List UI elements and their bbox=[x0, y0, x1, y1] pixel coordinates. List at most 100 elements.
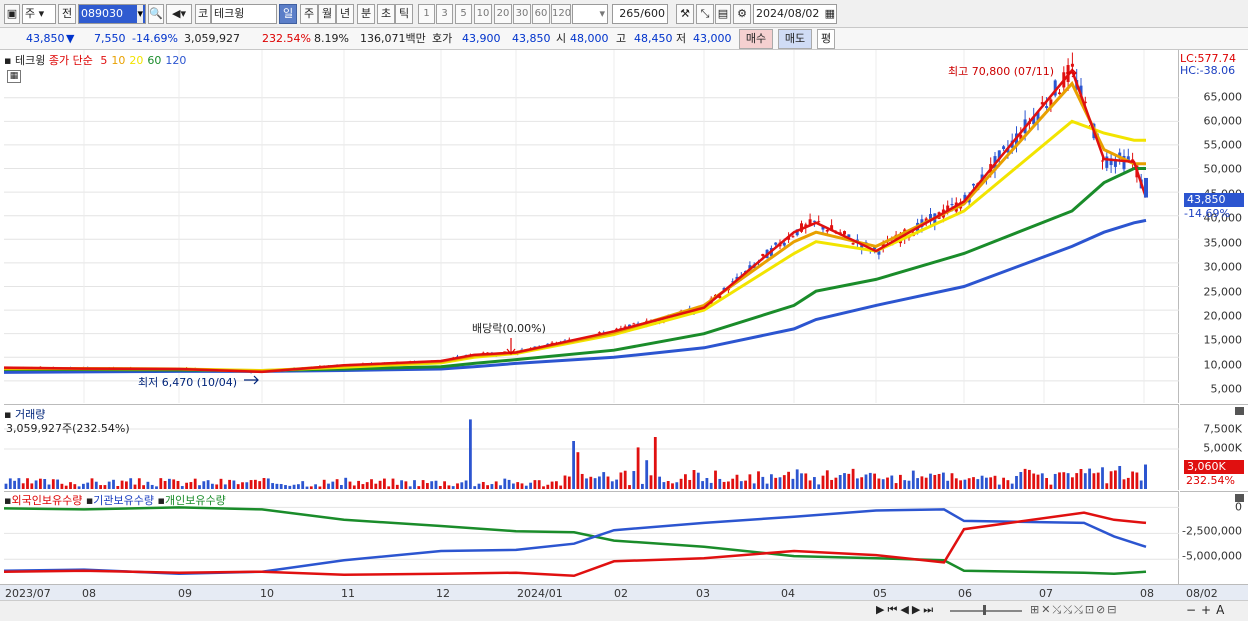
timeframe-button[interactable]: 초 bbox=[377, 4, 395, 24]
volume-bar bbox=[236, 484, 240, 489]
tools-icon[interactable]: ⚒ bbox=[676, 4, 694, 24]
date-input[interactable]: 2024/08/02 ▦ bbox=[753, 4, 837, 24]
chart-area[interactable]: ▪ 테크윙 종가 단순 5 10 20 60 120 ▦ 최고 70,800 (07/1… bbox=[0, 50, 1248, 621]
candle-body bbox=[972, 183, 975, 186]
prev-button[interactable]: 전 bbox=[58, 4, 76, 24]
window-icon[interactable]: ▣ bbox=[4, 4, 20, 24]
interval-button[interactable]: 1 bbox=[418, 4, 435, 24]
volume-bar bbox=[219, 478, 223, 489]
candle-body bbox=[761, 253, 765, 256]
volume-bar bbox=[851, 468, 855, 489]
interval-select[interactable]: ▾ bbox=[572, 4, 608, 24]
interval-button[interactable]: 60 bbox=[532, 4, 550, 24]
main-toolbar: ▣ 주 ▾ 전 089030 ▾ 🔍 ◀▾ 코 테크윙 일주월년분초틱 1 3 5 10… bbox=[0, 0, 1248, 28]
volume-bar bbox=[701, 481, 704, 489]
x-axis[interactable]: 2023/07 08 09 10 11 12 2024/01 02 03 04 05 06 07 08 0… bbox=[0, 584, 1248, 600]
volume-y-axis[interactable]: 7,500K 5,000K 3,060K 232.54% bbox=[1180, 404, 1248, 490]
volume-bar bbox=[976, 479, 980, 489]
holdings-panel[interactable]: ▪외국인보유수량 ▪기관보유수량 ▪개인보유수량 bbox=[4, 491, 1179, 584]
volume-bar bbox=[911, 470, 915, 489]
interval-button[interactable]: 30 bbox=[513, 4, 531, 24]
period-type-select[interactable]: 주 ▾ bbox=[22, 4, 56, 24]
volume-bar bbox=[813, 477, 816, 489]
volume-bar bbox=[778, 477, 782, 489]
volume-bar bbox=[937, 473, 941, 489]
volume-bar bbox=[1096, 472, 1100, 489]
timeframe-button[interactable]: 일 bbox=[279, 4, 297, 24]
close-icon[interactable] bbox=[1235, 407, 1244, 415]
drawing-tools[interactable]: ⊞✕⤯⤯⤯⊡⊘⊟ bbox=[1030, 603, 1118, 617]
price-panel[interactable]: ▪ 테크윙 종가 단순 5 10 20 60 120 ▦ 최고 70,800 (07/1… bbox=[4, 50, 1179, 403]
market-badge[interactable]: 코 bbox=[195, 4, 211, 24]
buy-button[interactable]: 매수 bbox=[739, 29, 773, 49]
volume-bar bbox=[1032, 473, 1036, 489]
holdings-legend: ▪외국인보유수량 ▪기관보유수량 ▪개인보유수량 bbox=[4, 494, 226, 507]
search-icon[interactable]: 🔍 bbox=[148, 4, 164, 24]
sell-button[interactable]: 매도 bbox=[778, 29, 812, 49]
eval-button[interactable]: 평 bbox=[817, 29, 835, 49]
interval-button[interactable]: 5 bbox=[455, 4, 472, 24]
volume-panel[interactable]: ▪ 거래량 3,059,927주(232.54%) bbox=[4, 404, 1179, 490]
calendar-icon[interactable]: ▦ bbox=[825, 5, 835, 23]
volume-bar bbox=[993, 475, 997, 489]
count-input[interactable]: 265/600 bbox=[612, 4, 668, 24]
bid-price: 43,900 bbox=[462, 32, 501, 45]
stock-name-field[interactable]: 테크윙 bbox=[211, 4, 277, 24]
current-price-tag: 43,850 bbox=[1184, 193, 1244, 207]
volume-bar bbox=[1019, 472, 1023, 489]
down-arrow-icon: ▼ bbox=[66, 32, 75, 45]
volume-bar bbox=[116, 486, 120, 489]
volume-bar bbox=[1006, 480, 1010, 489]
timeframe-button[interactable]: 주 bbox=[300, 4, 318, 24]
interval-button[interactable]: 120 bbox=[551, 4, 571, 24]
legend-ma-5: 5 bbox=[100, 54, 108, 67]
price-tick: 60,000 bbox=[1203, 114, 1243, 128]
zoom-slider-handle[interactable] bbox=[983, 605, 986, 615]
timeframe-button[interactable]: 틱 bbox=[395, 4, 413, 24]
price-tick: 55,000 bbox=[1203, 138, 1243, 152]
volume-bar bbox=[327, 483, 330, 489]
x-axis-label: 04 bbox=[781, 587, 795, 600]
volume-bar bbox=[641, 483, 644, 489]
volume-bar bbox=[795, 469, 799, 489]
volume-bar bbox=[249, 480, 253, 489]
volume-bar bbox=[598, 476, 601, 489]
volume-bar bbox=[572, 441, 575, 489]
volume-chart[interactable] bbox=[4, 405, 1179, 491]
volume-bar bbox=[314, 484, 317, 489]
gear-icon[interactable]: ⚙ bbox=[733, 4, 751, 24]
price-y-axis[interactable]: LC:577.74 HC:-38.06 65,000 60,000 55,000 50… bbox=[1180, 50, 1248, 403]
volume-bar bbox=[658, 476, 661, 489]
volume-bar bbox=[520, 483, 524, 489]
volume-bar bbox=[555, 481, 558, 489]
volume-bar bbox=[430, 481, 434, 489]
zoom-slider[interactable] bbox=[950, 610, 1022, 612]
zoom-buttons[interactable]: −+A bbox=[1186, 603, 1229, 617]
legend-ma-120: 120 bbox=[165, 54, 187, 67]
timeframe-button[interactable]: 분 bbox=[357, 4, 375, 24]
volume-bar bbox=[305, 486, 309, 489]
volume-bar bbox=[1083, 473, 1087, 489]
interval-button[interactable]: 20 bbox=[494, 4, 512, 24]
save-icon[interactable]: ▤ bbox=[715, 4, 731, 24]
scroll-nav-buttons[interactable]: ▶⏮◀▶⏭ bbox=[876, 603, 936, 617]
draw-icon[interactable]: ⤡ bbox=[696, 4, 714, 24]
ma-line-120 bbox=[4, 218, 1147, 374]
sound-icon[interactable]: ◀▾ bbox=[166, 4, 192, 24]
chevron-down-icon[interactable]: ▾ bbox=[137, 5, 143, 23]
stock-code-input[interactable]: 089030 ▾ bbox=[78, 4, 146, 24]
volume-bar bbox=[727, 481, 730, 489]
holdings-y-axis[interactable]: 0 -2,500,000 -5,000,000 bbox=[1180, 491, 1248, 584]
interval-button[interactable]: 3 bbox=[436, 4, 453, 24]
candle-body bbox=[1058, 92, 1061, 95]
volume-bar bbox=[1066, 473, 1070, 489]
x-axis-label: 10 bbox=[260, 587, 274, 600]
timeframe-button[interactable]: 년 bbox=[336, 4, 354, 24]
table-icon[interactable]: ▦ bbox=[7, 70, 21, 83]
volume-bar bbox=[146, 481, 150, 489]
price-chart[interactable] bbox=[4, 50, 1179, 403]
timeframe-button[interactable]: 월 bbox=[318, 4, 336, 24]
ma-line-20 bbox=[4, 119, 1146, 373]
volume-bar bbox=[860, 477, 864, 489]
interval-button[interactable]: 10 bbox=[474, 4, 492, 24]
